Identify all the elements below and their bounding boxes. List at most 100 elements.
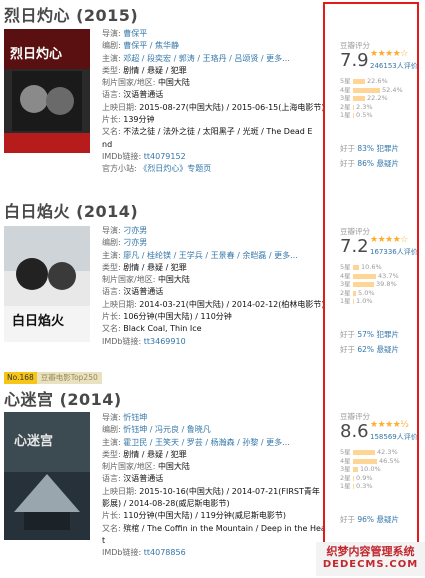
distribution-bar	[353, 87, 380, 93]
distribution-percent: 5.0%	[358, 288, 375, 297]
distribution-bar	[353, 265, 359, 270]
better-than: 好于 62% 悬疑片	[340, 344, 399, 355]
writer-link[interactable]: 刁亦男	[123, 238, 147, 247]
star-level: 3星	[340, 280, 351, 288]
star-level: 5星	[340, 77, 351, 85]
director-link[interactable]: 刁亦男	[123, 226, 147, 235]
field-label: IMDb链接:	[102, 548, 142, 558]
distribution-bar	[353, 273, 376, 279]
rating-score: 7.9	[340, 50, 369, 71]
imdb-link[interactable]: tt3469910	[144, 337, 186, 346]
aka-value: 不法之徒 / 法外之徒 / 太阳黑子 / 光斑 / The Dead E	[123, 127, 313, 137]
star-level: 1星	[340, 297, 351, 305]
distribution-row: 5星 22.6%	[340, 77, 422, 86]
cast-link[interactable]: 廖凡 / 桂纶镁 / 王学兵 / 王景春 / 余皑磊 / 更多...	[123, 251, 298, 260]
rating-score: 8.6	[340, 421, 369, 442]
star-rating-icon: ★★★★☆	[370, 49, 408, 59]
field-label: IMDb链接:	[102, 336, 142, 346]
language-value: 汉语普通话	[123, 474, 164, 484]
distribution-percent: 10.0%	[360, 465, 381, 473]
director-link[interactable]: 忻钰坤	[123, 413, 147, 422]
vote-count-link[interactable]: 158569人评价	[370, 432, 418, 442]
star-level: 1星	[340, 482, 351, 490]
film-poster[interactable]: 烈日灼心	[4, 29, 90, 153]
field-label: 片长:	[102, 115, 121, 125]
better-genre-link[interactable]: 悬疑片	[376, 159, 399, 168]
watermark: 织梦内容管理系统 DEDECMS.COM	[316, 542, 425, 576]
better-percent[interactable]: 57%	[357, 330, 374, 339]
better-genre-link[interactable]: 犯罪片	[376, 330, 399, 339]
writer-link[interactable]: 曹保平 / 焦华静	[123, 41, 179, 50]
release-value-cont: 影展) / 2014-08-28(威尼斯电影节)	[102, 499, 230, 509]
star-level: 4星	[340, 456, 351, 465]
better-than: 好于 57% 犯罪片	[340, 329, 399, 340]
genre-value: 剧情 / 悬疑 / 犯罪	[123, 65, 187, 75]
cast-link[interactable]: 霍卫民 / 王笑天 / 罗芸 / 杨瀚森 / 孙黎 / 更多...	[123, 438, 290, 447]
better-percent[interactable]: 86%	[357, 159, 374, 168]
better-percent[interactable]: 83%	[357, 144, 374, 153]
better-genre-link[interactable]: 悬疑片	[376, 345, 399, 354]
field-label: 语言:	[102, 90, 121, 100]
runtime-value: 110分钟(中国大陆) / 119分钟(威尼斯电影节)	[123, 511, 287, 521]
star-level: 3星	[340, 465, 351, 473]
star-rating-icon: ★★★★½	[370, 420, 409, 430]
film-poster[interactable]: 白日焰火	[4, 226, 90, 342]
film-title[interactable]: 心迷宫 (2014)	[4, 386, 122, 410]
distribution-percent: 39.8%	[376, 280, 397, 288]
aka-value-cont: t	[102, 535, 106, 545]
star-level: 4星	[340, 271, 351, 280]
director-link[interactable]: 曹保平	[123, 29, 147, 38]
better-than: 好于 86% 悬疑片	[340, 158, 399, 169]
country-value: 中国大陆	[157, 462, 190, 472]
imdb-link[interactable]: tt4078856	[144, 548, 186, 557]
distribution-percent: 46.5%	[379, 456, 400, 465]
distribution-bar	[353, 450, 375, 455]
field-label: 上映日期:	[102, 299, 137, 309]
film-title[interactable]: 烈日灼心 (2015)	[4, 2, 138, 26]
vote-count-link[interactable]: 246153人评价	[370, 61, 418, 71]
distribution-percent: 0.5%	[356, 111, 373, 119]
better-percent[interactable]: 62%	[357, 345, 374, 354]
film-poster[interactable]: 心迷宫	[4, 412, 90, 540]
field-label: 片长:	[102, 312, 121, 322]
distribution-row: 2星 2.3%	[340, 103, 422, 112]
field-label: 语言:	[102, 287, 121, 297]
better-genre-link[interactable]: 悬疑片	[376, 515, 399, 524]
rating-panel: 豆瓣评分 7.2 ★★★★☆ 167336人评价 5星 10.6% 4星 43.7% 3星 39.…	[340, 226, 420, 376]
star-level: 5星	[340, 263, 351, 271]
vote-count-link[interactable]: 167336人评价	[370, 247, 418, 257]
cast-link[interactable]: 邓超 / 段奕宏 / 郭涛 / 王珞丹 / 吕颂贤 / 更多...	[123, 54, 290, 63]
writer-link[interactable]: 忻钰坤 / 冯元良 / 鲁晓凡	[123, 425, 211, 434]
poster-title: 白日焰火	[12, 314, 65, 329]
distribution-row: 4星 46.5%	[340, 457, 422, 466]
site-link[interactable]: 《烈日灼心》专题页	[139, 164, 211, 173]
top250-badge[interactable]: No.168 豆瓣电影Top250	[4, 372, 102, 384]
distribution-row: 3星 39.8%	[340, 280, 422, 289]
field-label: 片长:	[102, 511, 121, 521]
distribution-percent: 0.3%	[356, 482, 373, 490]
better-prefix: 好于	[340, 330, 355, 339]
better-genre-link[interactable]: 犯罪片	[376, 144, 399, 153]
runtime-value: 106分钟(中国大陆) / 110分钟	[123, 312, 232, 322]
distribution-bar	[353, 96, 365, 101]
better-than: 好于 83% 犯罪片	[340, 143, 399, 154]
better-prefix: 好于	[340, 144, 355, 153]
distribution-percent: 22.2%	[367, 94, 388, 102]
rating-panel: 豆瓣评分 7.9 ★★★★☆ 246153人评价 5星 22.6% 4星 52.4% 3星 22.…	[340, 40, 420, 190]
distribution-bar	[353, 467, 358, 472]
field-label: IMDb链接:	[102, 151, 142, 161]
better-prefix: 好于	[340, 345, 355, 354]
distribution-bar	[353, 484, 354, 489]
field-label: 主演:	[102, 250, 121, 260]
distribution-row: 2星 5.0%	[340, 289, 422, 298]
film-title[interactable]: 白日焰火 (2014)	[4, 198, 138, 222]
distribution-percent: 0.9%	[356, 473, 373, 482]
rating-score: 7.2	[340, 236, 369, 257]
imdb-link[interactable]: tt4079152	[144, 152, 186, 161]
better-percent[interactable]: 96%	[357, 515, 374, 524]
poster-title: 烈日灼心	[10, 47, 63, 62]
watermark-title: 织梦内容管理系统	[326, 545, 415, 558]
release-value: 2014-03-21(中国大陆) / 2014-02-12(柏林电影节)	[139, 299, 324, 309]
distribution-bar	[353, 290, 356, 296]
runtime-value: 139分钟	[123, 115, 155, 125]
